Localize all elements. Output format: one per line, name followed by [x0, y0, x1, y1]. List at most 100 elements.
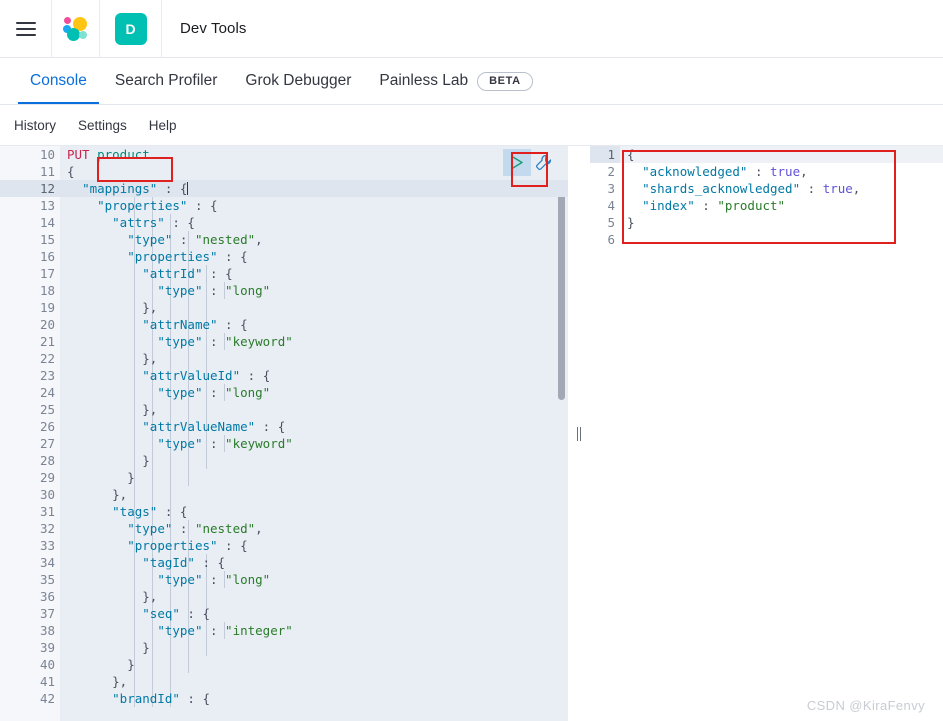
line-number[interactable]: 19▴: [0, 299, 69, 316]
line-number[interactable]: 42▾: [0, 690, 69, 707]
code-line[interactable]: {: [60, 163, 568, 180]
line-number[interactable]: 23▾: [0, 367, 69, 384]
code-line[interactable]: "type" : "long": [60, 571, 568, 588]
code-line[interactable]: "properties" : {: [60, 248, 568, 265]
code-line[interactable]: "type" : "integer": [60, 622, 568, 639]
code-line[interactable]: "shards_acknowledged" : true,: [620, 180, 943, 197]
line-number[interactable]: 28▴: [0, 452, 69, 469]
code-line[interactable]: "mappings" : {: [60, 180, 568, 197]
response-line-number-gutter[interactable]: 1▾2 3 45▴6: [590, 146, 628, 721]
line-number[interactable]: 26▾: [0, 418, 69, 435]
line-number[interactable]: 10: [0, 146, 60, 163]
code-line[interactable]: "type" : "keyword": [60, 333, 568, 350]
code-line[interactable]: "seq" : {: [60, 605, 568, 622]
code-line[interactable]: "tagId" : {: [60, 554, 568, 571]
line-number[interactable]: 35: [0, 571, 60, 588]
response-code-area[interactable]: { "acknowledged" : true, "shards_acknowl…: [620, 146, 943, 721]
code-line[interactable]: "brandId" : {: [60, 690, 568, 707]
line-number[interactable]: 20▾: [0, 316, 69, 333]
line-number[interactable]: 11▾: [0, 163, 69, 180]
code-line[interactable]: "attrValueName" : {: [60, 418, 568, 435]
code-line[interactable]: }: [620, 214, 943, 231]
line-number[interactable]: 25▴: [0, 401, 69, 418]
line-number[interactable]: 14▾: [0, 214, 69, 231]
code-line[interactable]: "type" : "long": [60, 282, 568, 299]
line-number[interactable]: 1▾: [590, 146, 628, 163]
line-number[interactable]: 2: [590, 163, 620, 180]
line-number[interactable]: 15: [0, 231, 60, 248]
send-request-button[interactable]: [503, 149, 531, 176]
code-line[interactable]: [620, 231, 943, 248]
line-number[interactable]: 22▴: [0, 350, 69, 367]
code-line[interactable]: }: [60, 469, 568, 486]
subnav-item-settings[interactable]: Settings: [78, 118, 127, 133]
tab-search-profiler[interactable]: Search Profiler: [101, 58, 232, 104]
request-editor[interactable]: 1011▾12▾13▾14▾1516▾17▾1819▴20▾2122▴23▾24…: [0, 146, 568, 721]
request-editor-pane[interactable]: 1011▾12▾13▾14▾1516▾17▾1819▴20▾2122▴23▾24…: [0, 146, 568, 721]
line-number[interactable]: 13▾: [0, 197, 69, 214]
subnav-item-history[interactable]: History: [14, 118, 56, 133]
code-line[interactable]: "type" : "nested",: [60, 231, 568, 248]
response-editor-pane[interactable]: 1▾2 3 45▴6 { "acknowledged" : true, "shard…: [590, 146, 943, 721]
line-number[interactable]: 18: [0, 282, 60, 299]
code-line[interactable]: "type" : "long": [60, 384, 568, 401]
tab-console[interactable]: Console: [16, 58, 101, 104]
code-line[interactable]: "properties" : {: [60, 197, 568, 214]
line-number[interactable]: 24: [0, 384, 60, 401]
code-line[interactable]: "attrId" : {: [60, 265, 568, 282]
code-line[interactable]: },: [60, 401, 568, 418]
response-editor[interactable]: 1▾2 3 45▴6 { "acknowledged" : true, "shard…: [590, 146, 943, 721]
code-line[interactable]: PUT product: [60, 146, 568, 163]
line-number[interactable]: 17▾: [0, 265, 69, 282]
tab-grok-debugger[interactable]: Grok Debugger: [231, 58, 365, 104]
line-number[interactable]: 31▾: [0, 503, 69, 520]
code-line[interactable]: {: [620, 146, 943, 163]
code-line[interactable]: "type" : "nested",: [60, 520, 568, 537]
line-number[interactable]: 39▴: [0, 639, 69, 656]
code-line[interactable]: "type" : "keyword": [60, 435, 568, 452]
line-number[interactable]: 34▾: [0, 554, 69, 571]
code-line[interactable]: }: [60, 656, 568, 673]
console-options-button[interactable]: [535, 154, 552, 171]
code-line[interactable]: "attrs" : {: [60, 214, 568, 231]
line-number[interactable]: 3: [590, 180, 620, 197]
line-number[interactable]: 6: [590, 231, 620, 248]
line-number[interactable]: 16▾: [0, 248, 69, 265]
code-line[interactable]: }: [60, 452, 568, 469]
tab-painless-lab[interactable]: Painless Lab BETA: [365, 58, 546, 104]
code-line[interactable]: },: [60, 588, 568, 605]
code-line[interactable]: "acknowledged" : true,: [620, 163, 943, 180]
code-line[interactable]: "tags" : {: [60, 503, 568, 520]
line-number[interactable]: 36▴: [0, 588, 69, 605]
code-line[interactable]: },: [60, 673, 568, 690]
request-line-number-gutter[interactable]: 1011▾12▾13▾14▾1516▾17▾1819▴20▾2122▴23▾24…: [0, 146, 69, 721]
code-line[interactable]: "index" : "product": [620, 197, 943, 214]
line-number[interactable]: 4: [590, 197, 620, 214]
app-badge[interactable]: D: [114, 12, 147, 45]
request-code-area[interactable]: PUT product{ "mappings" : { "properties"…: [60, 146, 568, 721]
code-line[interactable]: },: [60, 299, 568, 316]
line-number[interactable]: 41▴: [0, 673, 69, 690]
line-number[interactable]: 40▴: [0, 656, 69, 673]
line-number[interactable]: 27: [0, 435, 60, 452]
code-line[interactable]: },: [60, 350, 568, 367]
line-number[interactable]: 29▴: [0, 469, 69, 486]
app-badge-container[interactable]: D: [100, 0, 162, 58]
code-line[interactable]: }: [60, 639, 568, 656]
line-number[interactable]: 5▴: [590, 214, 627, 231]
elastic-home-button[interactable]: [52, 0, 100, 58]
code-line[interactable]: "attrValueId" : {: [60, 367, 568, 384]
panel-resize-divider[interactable]: [568, 146, 590, 721]
line-number[interactable]: 33▾: [0, 537, 69, 554]
code-line[interactable]: "properties" : {: [60, 537, 568, 554]
line-number[interactable]: 37▾: [0, 605, 69, 622]
hamburger-menu-button[interactable]: [0, 0, 52, 58]
line-number[interactable]: 21: [0, 333, 60, 350]
code-line[interactable]: "attrName" : {: [60, 316, 568, 333]
subnav-item-help[interactable]: Help: [149, 118, 177, 133]
line-number[interactable]: 38: [0, 622, 60, 639]
line-number[interactable]: 30▴: [0, 486, 69, 503]
line-number[interactable]: 32: [0, 520, 60, 537]
code-line[interactable]: },: [60, 486, 568, 503]
line-number[interactable]: 12▾: [0, 180, 69, 197]
